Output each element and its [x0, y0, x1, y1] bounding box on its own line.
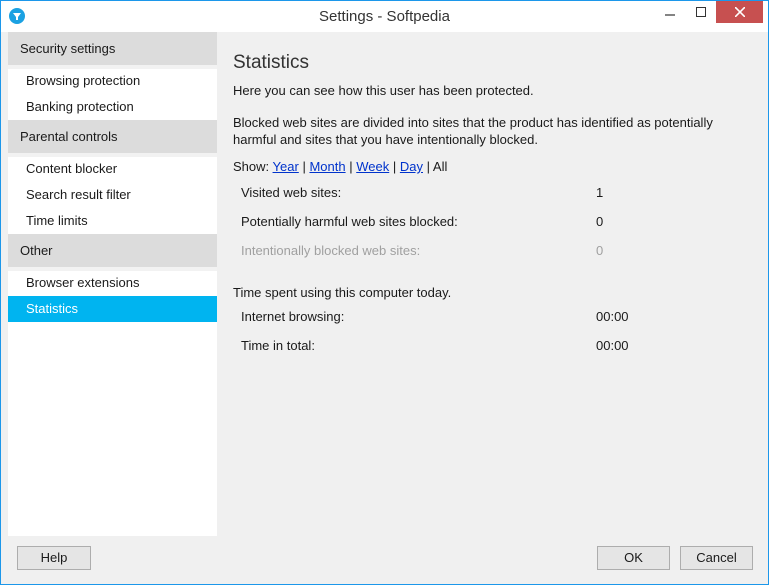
description-text: Blocked web sites are divided into sites…: [233, 115, 713, 147]
dialog-footer: Help OK Cancel: [1, 536, 768, 584]
sidebar-item-statistics[interactable]: Statistics: [8, 296, 217, 322]
period-filter: Show: Year | Month | Week | Day | All: [233, 158, 447, 175]
minimize-icon: [664, 14, 675, 16]
sidebar-item-search-result-filter[interactable]: Search result filter: [8, 182, 217, 208]
visited-sites-label: Visited web sites:: [241, 185, 342, 200]
filter-separator: |: [426, 159, 431, 174]
settings-window: Settings - Softpedia Security settings B…: [0, 0, 769, 585]
group-header-other: Other: [8, 234, 217, 267]
time-in-total-value: 00:00: [596, 338, 629, 353]
visited-sites-value: 1: [596, 185, 604, 200]
help-button[interactable]: Help: [17, 546, 91, 570]
page-title: Statistics: [233, 52, 310, 73]
filter-separator: |: [302, 159, 306, 174]
show-label: Show:: [233, 159, 270, 174]
group-header-parental-controls: Parental controls: [8, 120, 217, 153]
sidebar-item-time-limits[interactable]: Time limits: [8, 208, 217, 234]
sidebar-item-banking-protection[interactable]: Banking protection: [8, 94, 217, 120]
close-button[interactable]: [716, 1, 763, 23]
intentionally-blocked-value: 0: [596, 243, 604, 258]
filter-month-link[interactable]: Month: [309, 159, 345, 174]
sidebar-item-browser-extensions[interactable]: Browser extensions: [8, 270, 217, 296]
filter-separator: |: [392, 159, 397, 174]
filter-all-selected: All: [432, 159, 448, 174]
ok-button[interactable]: OK: [597, 546, 670, 570]
harmful-sites-label: Potentially harmful web sites blocked:: [241, 214, 458, 229]
filter-day-link[interactable]: Day: [400, 159, 423, 174]
filter-separator: |: [349, 159, 353, 174]
internet-browsing-label: Internet browsing:: [241, 309, 345, 324]
maximize-icon: [695, 7, 706, 17]
filter-week-link[interactable]: Week: [356, 159, 389, 174]
time-heading: Time spent using this computer today.: [233, 285, 452, 300]
internet-browsing-value: 00:00: [596, 309, 629, 324]
sidebar: Security settings Browsing protection Ba…: [8, 32, 217, 536]
cancel-button[interactable]: Cancel: [680, 546, 753, 570]
title-bar[interactable]: Settings - Softpedia: [1, 1, 768, 32]
minimize-button[interactable]: [654, 1, 685, 23]
filter-year-link[interactable]: Year: [273, 159, 299, 174]
group-header-security-settings: Security settings: [8, 32, 217, 65]
statistics-panel: Statistics Here you can see how this use…: [217, 32, 757, 536]
intentionally-blocked-label: Intentionally blocked web sites:: [241, 243, 421, 258]
harmful-sites-value: 0: [596, 214, 604, 229]
sidebar-item-content-blocker[interactable]: Content blocker: [8, 156, 217, 182]
sidebar-item-browsing-protection[interactable]: Browsing protection: [8, 68, 217, 94]
close-icon: [734, 7, 745, 17]
maximize-button[interactable]: [685, 1, 716, 23]
window-title: Settings - Softpedia: [319, 8, 450, 25]
intro-text: Here you can see how this user has been …: [233, 83, 534, 98]
time-in-total-label: Time in total:: [241, 338, 315, 353]
